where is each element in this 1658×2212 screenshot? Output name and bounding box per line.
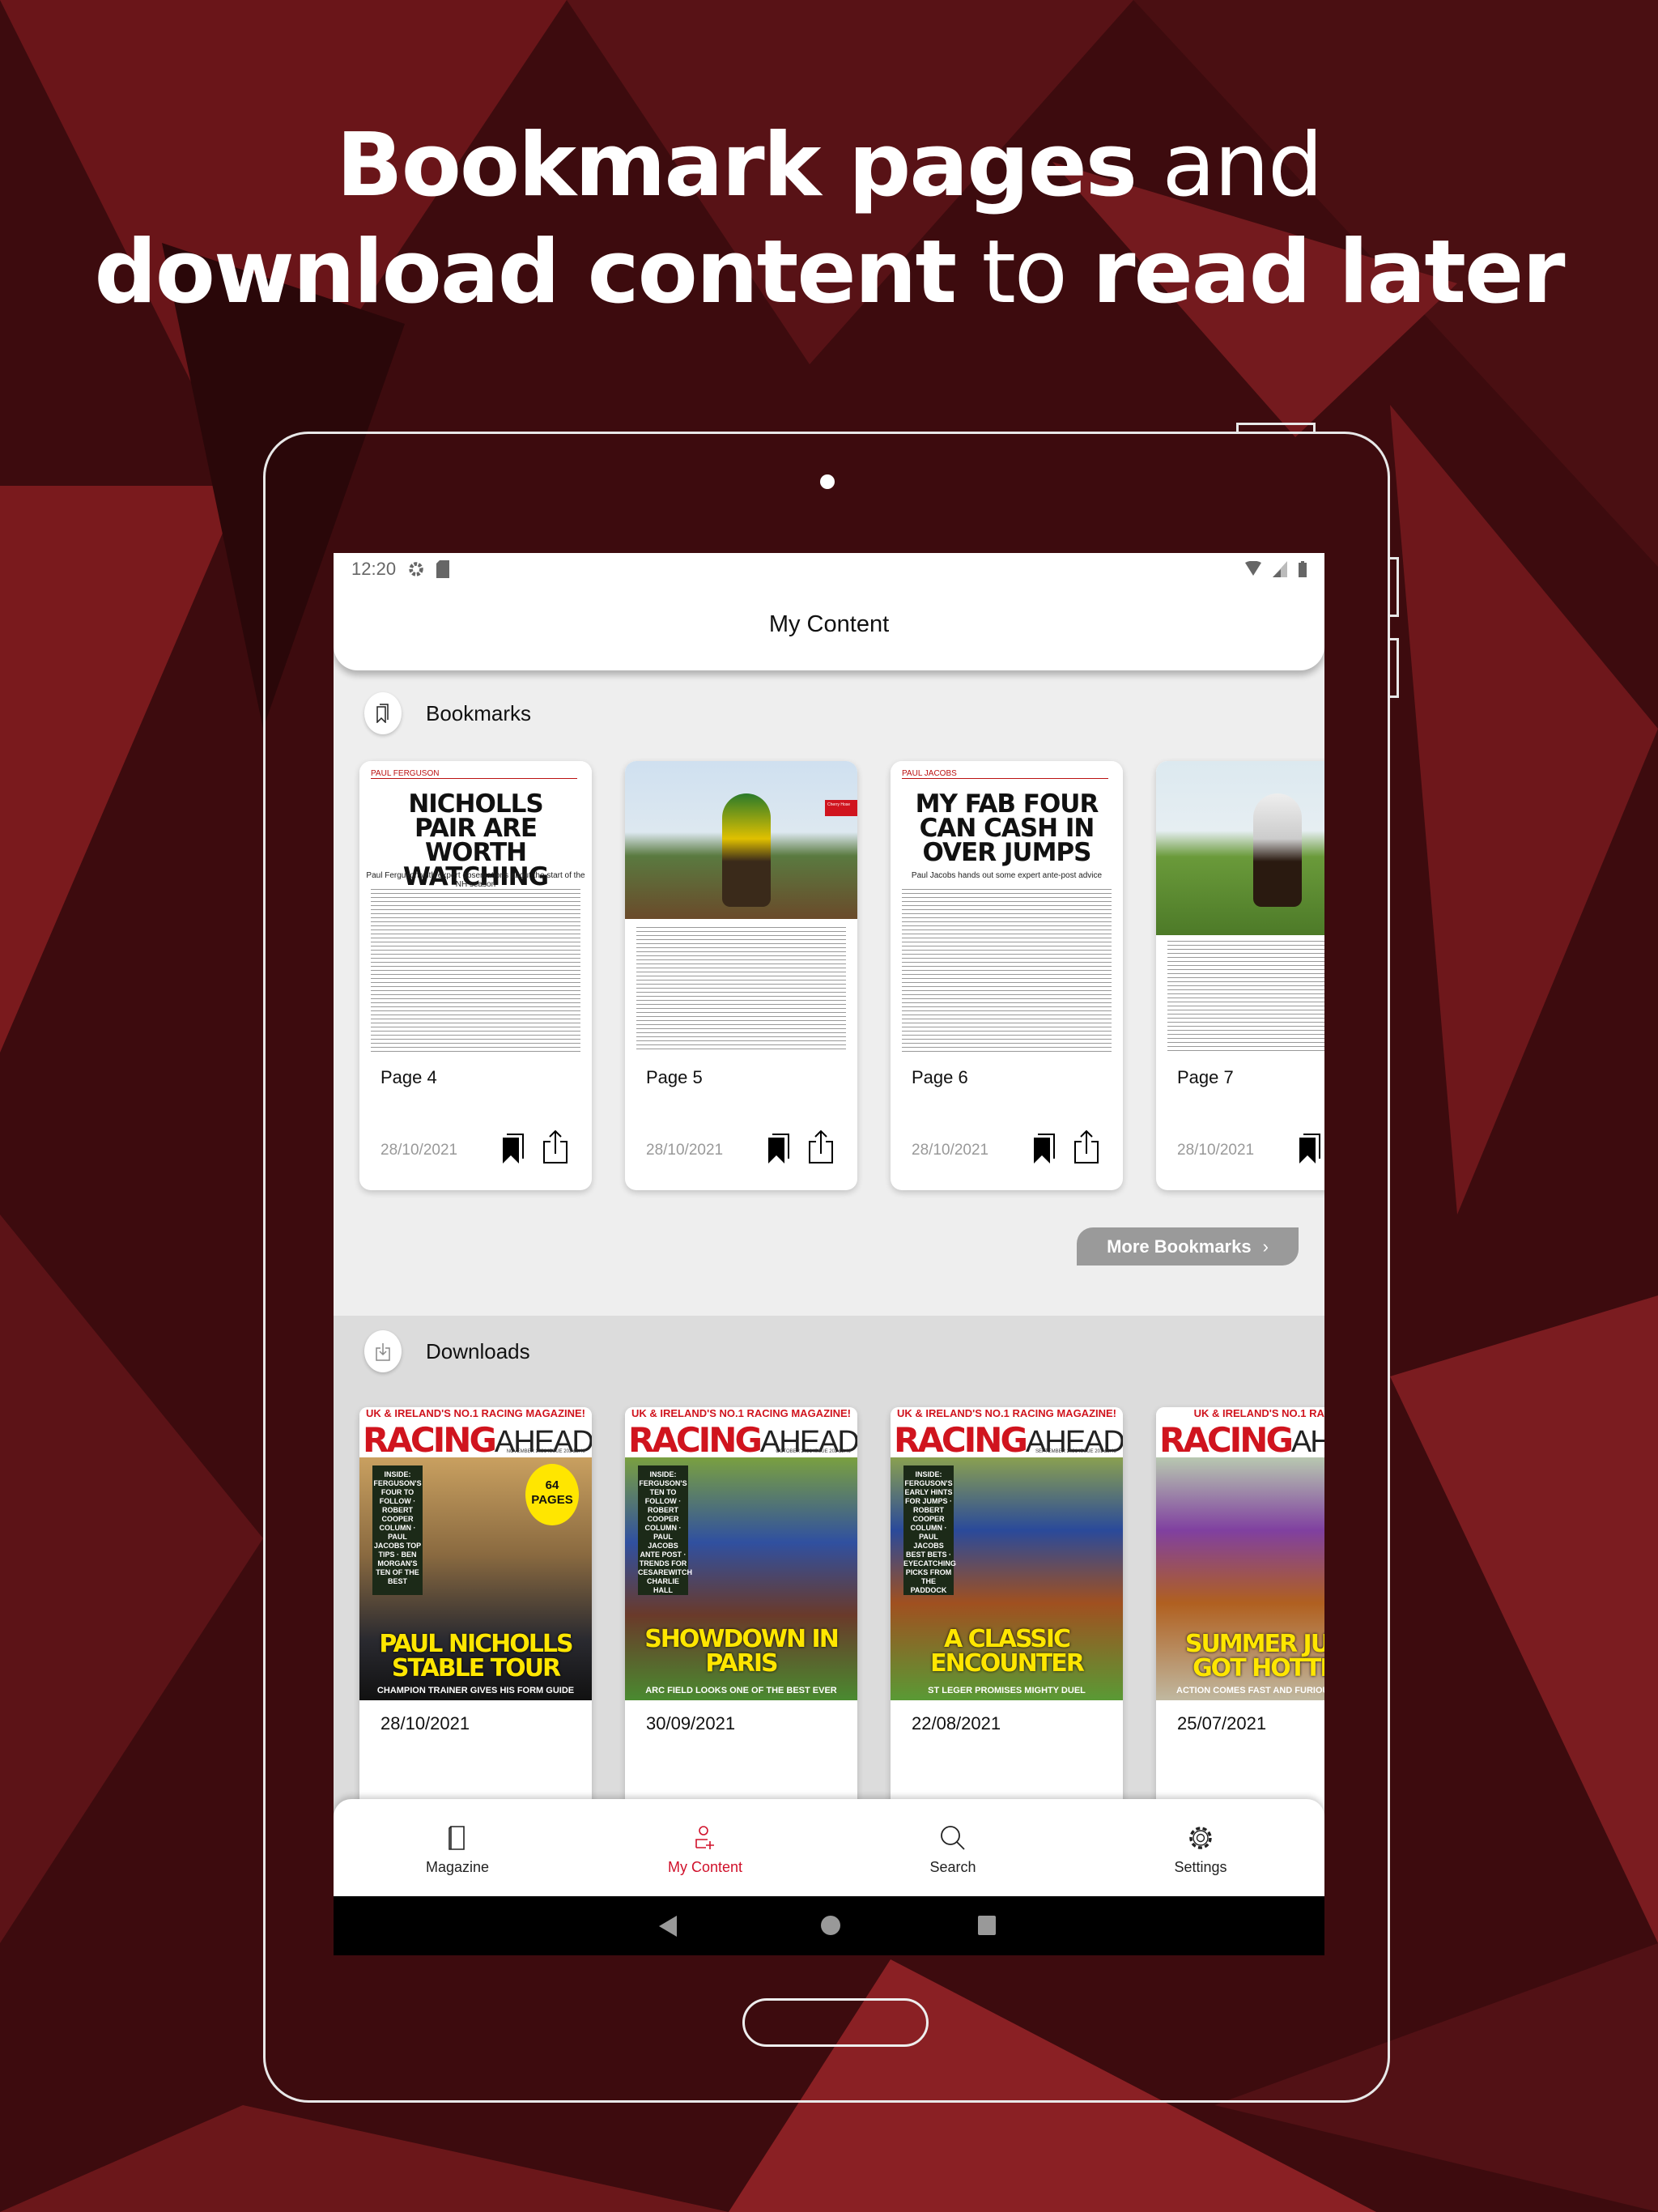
system-navigation-bar [334, 1896, 1324, 1955]
cover-headline: SHOWDOWN IN PARIS [644, 1625, 840, 1678]
promo-headline-line2: download content to read later [94, 222, 1565, 323]
cover-inside-panel: INSIDE: FERGUSON'S FOUR TO FOLLOW · ROBE… [372, 1465, 423, 1595]
bookmarks-icon [376, 704, 389, 723]
nav-my-content[interactable]: My Content [581, 1799, 829, 1896]
horse-rider [722, 793, 771, 907]
share-icon[interactable] [1073, 1130, 1099, 1164]
magazine-cover[interactable]: UK & IRELAND'S NO.1 RACING MAGAZINE! RAC… [625, 1407, 857, 1700]
bookmark-filled-icon[interactable] [1033, 1134, 1056, 1164]
volume-up-button [1389, 557, 1399, 617]
bookmark-filled-icon[interactable] [767, 1134, 790, 1164]
page-label: Page 7 [1177, 1067, 1234, 1087]
back-icon[interactable] [659, 1916, 677, 1937]
cover-masthead: RACINGAHEAD OCTOBER 2021 ISSUE 202 £3.49 [625, 1420, 857, 1460]
page-title: My Content [768, 611, 890, 637]
share-icon[interactable] [542, 1130, 568, 1164]
page-thumbnail[interactable]: Cherry Hose [625, 761, 857, 1057]
status-time: 12:20 [351, 559, 397, 579]
download-date: 30/09/2021 [646, 1713, 736, 1733]
page-thumbnail[interactable]: PAUL JACOBS MY FAB FOUR CAN CASH IN OVER… [891, 761, 1123, 1057]
app-bar: 12:20 My Content [334, 553, 1324, 670]
article-columns [1167, 941, 1324, 1052]
cover-masthead: RACINGAHEAD NOVEMBER 2021 ISSUE 203 £3.4… [359, 1420, 592, 1460]
cover-masthead: RACINGAHEAD SEPTEMBER 2021 ISSUE 201 £3.… [891, 1420, 1123, 1460]
download-card[interactable]: UK & IRELAND'S NO.1 RACING MAGAZINE! RAC… [359, 1407, 592, 1828]
cover-tagline: CHAMPION TRAINER GIVES HIS FORM GUIDE [376, 1686, 575, 1695]
cover-tagline: ACTION COMES FAST AND FURIOUS IN AUG [1176, 1686, 1324, 1695]
magazine-icon [449, 1826, 465, 1850]
nav-magazine[interactable]: Magazine [334, 1799, 581, 1896]
volume-down-button [1389, 638, 1399, 698]
article-columns [371, 889, 580, 1052]
nav-settings[interactable]: Settings [1077, 1799, 1324, 1896]
signal-icon [1273, 561, 1287, 577]
page-subtitle: Paul Ferguson with expert observations a… [366, 871, 585, 889]
page-headline: MY FAB FOUR CAN CASH IN OVER JUMPS [915, 789, 1099, 867]
download-card[interactable]: UK & IRELAND'S NO.1 RACING MAGAZINE! RAC… [625, 1407, 857, 1828]
article-columns [636, 927, 846, 1052]
page-author: PAUL JACOBS [902, 769, 1108, 779]
page-label: Page 4 [380, 1067, 437, 1087]
horse-rider [1253, 793, 1302, 907]
user-plus-icon [695, 1826, 714, 1849]
magazine-cover[interactable]: UK & IRELAND'S NO.1 RACING MAGAZINE! RAC… [891, 1407, 1123, 1700]
downloads-header: Downloads [364, 1330, 530, 1372]
bookmark-date: 28/10/2021 [646, 1142, 724, 1159]
download-date: 22/08/2021 [912, 1713, 1001, 1733]
download-card[interactable]: UK & IRELAND'S NO.1 RACING RACINGAHEAD A… [1156, 1407, 1324, 1828]
chevron-right-icon: › [1262, 1236, 1269, 1257]
bookmark-filled-icon[interactable] [502, 1134, 525, 1164]
cover-tagline: ARC FIELD LOOKS ONE OF THE BEST EVER [645, 1686, 837, 1695]
page-label: Page 6 [912, 1067, 968, 1087]
tablet-home-button [742, 1998, 929, 2047]
bookmark-filled-icon[interactable] [1299, 1134, 1321, 1164]
bookmark-date: 28/10/2021 [912, 1142, 989, 1159]
more-bookmarks-button[interactable]: More Bookmarks › [1077, 1227, 1299, 1266]
magazine-cover[interactable]: UK & IRELAND'S NO.1 RACING MAGAZINE! RAC… [359, 1407, 592, 1700]
photo-caption: Cherry Hose [825, 800, 857, 816]
battery-icon [1299, 561, 1307, 577]
promo-headline-line1: Bookmark pages and [336, 115, 1323, 216]
bookmark-card[interactable]: PAUL JACOBS MY FAB FOUR CAN CASH IN OVER… [891, 761, 1123, 1190]
magazine-cover[interactable]: UK & IRELAND'S NO.1 RACING RACINGAHEAD A… [1156, 1407, 1324, 1700]
status-bar: 12:20 [334, 553, 1324, 585]
share-icon[interactable] [808, 1130, 834, 1164]
cover-inside-panel: INSIDE: FERGUSON'S TEN TO FOLLOW · ROBER… [638, 1465, 692, 1595]
bookmarks-header: Bookmarks [364, 692, 531, 734]
cover-headline: A CLASSIC ENCOUNTER [930, 1625, 1085, 1678]
cover-headline: PAUL NICHOLLS STABLE TOUR [379, 1630, 573, 1682]
page-thumbnail[interactable]: PAUL FERGUSON NICHOLLS PAIR ARE WORTH WA… [359, 761, 592, 1057]
download-date: 25/07/2021 [1177, 1713, 1267, 1733]
search-icon [941, 1826, 965, 1850]
bookmark-date: 28/10/2021 [1177, 1142, 1255, 1159]
page-label: Page 5 [646, 1067, 703, 1087]
page-author: PAUL FERGUSON [371, 769, 577, 779]
nav-search[interactable]: Search [829, 1799, 1077, 1896]
bookmark-card[interactable]: Cherry Hose Page 5 28/10/2021 [625, 761, 857, 1190]
download-card[interactable]: UK & IRELAND'S NO.1 RACING MAGAZINE! RAC… [891, 1407, 1123, 1828]
cover-badge: 64 PAGES [525, 1464, 579, 1525]
download-date: 28/10/2021 [380, 1713, 470, 1733]
bottom-navigation: Magazine My Content Search Settings [334, 1799, 1324, 1896]
bookmark-card[interactable]: Page 7 28/10/2021 [1156, 761, 1324, 1190]
page-subtitle: Paul Jacobs hands out some expert ante-p… [911, 871, 1103, 880]
home-icon[interactable] [821, 1916, 840, 1935]
bookmark-card[interactable]: PAUL FERGUSON NICHOLLS PAIR ARE WORTH WA… [359, 761, 592, 1190]
download-icon [376, 1343, 390, 1361]
page-thumbnail[interactable] [1156, 761, 1324, 1057]
power-button [1236, 423, 1316, 432]
cover-tagline: ST LEGER PROMISES MIGHTY DUEL [928, 1686, 1086, 1695]
cover-headline: SUMMER JUST GOT HOTTER [1184, 1630, 1324, 1682]
camera [820, 474, 835, 489]
settings-icon [1189, 1827, 1212, 1849]
cover-masthead: RACINGAHEAD AUG [1156, 1420, 1324, 1460]
article-columns [902, 889, 1112, 1052]
recents-icon[interactable] [978, 1916, 996, 1935]
gear-icon [409, 562, 423, 576]
cover-inside-panel: INSIDE: FERGUSON'S EARLY HINTS FOR JUMPS… [903, 1465, 956, 1595]
bookmark-date: 28/10/2021 [380, 1142, 458, 1159]
app-screen: 12:20 My Content Bookmarks PAUL FERGUSON… [334, 553, 1324, 1955]
wifi-icon [1245, 561, 1261, 576]
sd-card-icon [436, 560, 450, 578]
